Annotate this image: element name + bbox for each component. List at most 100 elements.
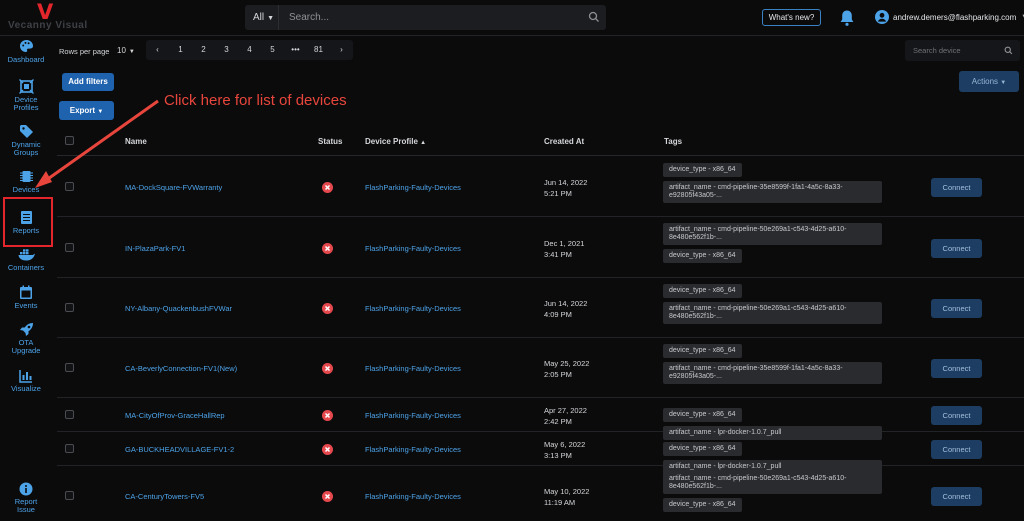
device-name-link[interactable]: MA-CityOfProv-GraceHallRep — [125, 411, 225, 420]
sidebar-item-reports[interactable]: Reports — [0, 210, 52, 235]
tags-list: device_type - x86_64 artifact_name - cmd-… — [663, 284, 913, 324]
connect-button[interactable]: Connect — [931, 487, 982, 506]
connect-button[interactable]: Connect — [931, 440, 982, 459]
tag-chip: device_type - x86_64 — [663, 344, 742, 358]
tag-icon — [19, 125, 33, 138]
device-profile-link[interactable]: FlashParking-Faulty-Devices — [365, 411, 461, 420]
device-profile-link[interactable]: FlashParking-Faulty-Devices — [365, 492, 461, 501]
connect-button[interactable]: Connect — [931, 299, 982, 318]
created-at: Apr 27, 2022 2:42 PM — [544, 405, 587, 427]
tag-chip: artifact_name - cmd-pipeline-50e269a1-c5… — [663, 302, 882, 324]
connect-button[interactable]: Connect — [931, 178, 982, 197]
table-row[interactable]: MA-CityOfProv-GraceHallRep FlashParking-F… — [57, 398, 1024, 440]
created-time: 11:19 AM — [544, 498, 576, 507]
device-profile-link[interactable]: FlashParking-Faulty-Devices — [365, 244, 461, 253]
row-checkbox[interactable] — [65, 182, 74, 191]
next-page-button[interactable]: › — [330, 40, 353, 60]
row-checkbox[interactable] — [65, 444, 74, 453]
user-menu[interactable]: andrew.demers@flashparking.com ▼ — [875, 9, 1024, 25]
device-name-link[interactable]: GA-BUCKHEADVILLAGE-FV1-2 — [125, 445, 234, 454]
device-search-input[interactable] — [905, 40, 1000, 61]
device-profile-link[interactable]: FlashParking-Faulty-Devices — [365, 183, 461, 192]
tag-chip: device_type - x86_64 — [663, 284, 742, 298]
connect-button[interactable]: Connect — [931, 238, 982, 258]
prev-page-button[interactable]: ‹ — [146, 40, 169, 60]
created-time: 3:13 PM — [544, 451, 572, 460]
created-at: May 6, 2022 3:13 PM — [544, 439, 585, 461]
annotation-text: Click here for list of devices — [164, 92, 347, 109]
sidebar-item-label: OTA Upgrade — [11, 338, 41, 355]
column-header-status[interactable]: Status — [318, 137, 342, 146]
sidebar-item-dashboard[interactable]: Dashboard — [0, 39, 52, 64]
sidebar-item-device-profiles[interactable]: Device Profiles — [0, 79, 52, 112]
row-checkbox[interactable] — [65, 363, 74, 372]
row-checkbox[interactable] — [65, 410, 74, 419]
page-button[interactable]: 81 — [307, 40, 330, 60]
search-icon[interactable] — [588, 11, 600, 23]
row-checkbox[interactable] — [65, 491, 74, 500]
add-filters-button[interactable]: Add filters — [62, 73, 114, 91]
search-input[interactable] — [285, 5, 575, 30]
device-name-link[interactable]: IN-PlazaPark-FV1 — [125, 244, 185, 253]
column-header-tags: Tags — [664, 137, 683, 146]
search-icon[interactable] — [1004, 46, 1013, 55]
connect-button[interactable]: Connect — [931, 406, 982, 425]
device-profile-link[interactable]: FlashParking-Faulty-Devices — [365, 364, 461, 373]
page-ellipsis[interactable]: ••• — [284, 40, 307, 60]
select-all-checkbox[interactable] — [65, 136, 74, 145]
page-button[interactable]: 2 — [192, 40, 215, 60]
global-search: All ▼ — [245, 5, 606, 30]
table-row[interactable]: MA-DockSquare-FVWarranty FlashParking-Fau… — [57, 157, 1024, 217]
sidebar-item-containers[interactable]: Containers — [0, 247, 52, 272]
whats-new-button[interactable]: What's new? — [762, 9, 821, 26]
column-header-created-at[interactable]: Created At — [544, 137, 584, 146]
app-logo[interactable]: V Vecanny Visual — [4, 0, 94, 34]
sidebar-item-visualize[interactable]: Visualize — [0, 369, 52, 393]
device-search — [905, 40, 1020, 61]
tag-chip: device_type - x86_64 — [663, 442, 742, 456]
created-time: 5:21 PM — [544, 189, 572, 198]
table-row[interactable]: CA-CenturyTowers-FV5 FlashParking-Faulty-… — [57, 466, 1024, 521]
device-name-link[interactable]: MA-DockSquare-FVWarranty — [125, 183, 222, 192]
rows-per-page-select[interactable]: 10 ▼ — [113, 41, 143, 59]
export-button[interactable]: Export ▼ — [59, 101, 114, 120]
report-issue-button[interactable]: Report Issue — [0, 482, 52, 514]
sidebar-item-dynamic-groups[interactable]: Dynamic Groups — [0, 124, 52, 157]
sidebar-item-events[interactable]: Events — [0, 285, 52, 310]
connect-button[interactable]: Connect — [931, 359, 982, 378]
calendar-icon — [20, 285, 32, 299]
device-profile-link[interactable]: FlashParking-Faulty-Devices — [365, 304, 461, 313]
chip-icon — [19, 171, 33, 182]
created-date: May 25, 2022 — [544, 359, 590, 368]
column-header-device-profile[interactable]: Device Profile ▲ — [365, 137, 426, 146]
row-checkbox[interactable] — [65, 303, 74, 312]
search-scope-select[interactable]: All ▼ — [245, 5, 279, 30]
table-row[interactable]: CA-BeverlyConnection-FV1(New) FlashParkin… — [57, 338, 1024, 398]
created-time: 4:09 PM — [544, 310, 572, 319]
table-row[interactable]: IN-PlazaPark-FV1 FlashParking-Faulty-Devi… — [57, 217, 1024, 278]
device-profile-link[interactable]: FlashParking-Faulty-Devices — [365, 445, 461, 454]
sidebar-item-label: Devices — [12, 185, 40, 194]
chevron-down-icon: ▼ — [267, 15, 275, 22]
tags-list: device_type - x86_64 artifact_name - cmd-… — [663, 344, 913, 384]
sidebar-item-devices[interactable]: Devices — [0, 169, 52, 194]
row-checkbox[interactable] — [65, 242, 74, 252]
page-button[interactable]: 5 — [261, 40, 284, 60]
device-name-link[interactable]: CA-CenturyTowers-FV5 — [125, 492, 204, 501]
device-name-link[interactable]: NY-Albany-QuackenbushFVWar — [125, 304, 232, 313]
actions-button[interactable]: Actions ▼ — [959, 71, 1019, 92]
column-header-name[interactable]: Name — [125, 137, 147, 146]
page-button[interactable]: 3 — [215, 40, 238, 60]
page-button[interactable]: 1 — [169, 40, 192, 60]
created-date: Apr 27, 2022 — [544, 406, 587, 415]
bell-icon[interactable] — [839, 9, 855, 27]
page-button[interactable]: 4 — [238, 40, 261, 60]
created-date: Dec 1, 2021 — [544, 238, 585, 248]
error-status-icon — [322, 303, 333, 314]
error-status-icon — [322, 491, 333, 502]
device-name-link[interactable]: CA-BeverlyConnection-FV1(New) — [125, 364, 237, 373]
sidebar-item-ota-upgrade[interactable]: OTA Upgrade — [0, 322, 52, 355]
table-row[interactable]: GA-BUCKHEADVILLAGE-FV1-2 FlashParking-Fau… — [57, 432, 1024, 474]
table-row[interactable]: NY-Albany-QuackenbushFVWar FlashParking-F… — [57, 278, 1024, 338]
user-email: andrew.demers@flashparking.com — [893, 12, 1017, 22]
